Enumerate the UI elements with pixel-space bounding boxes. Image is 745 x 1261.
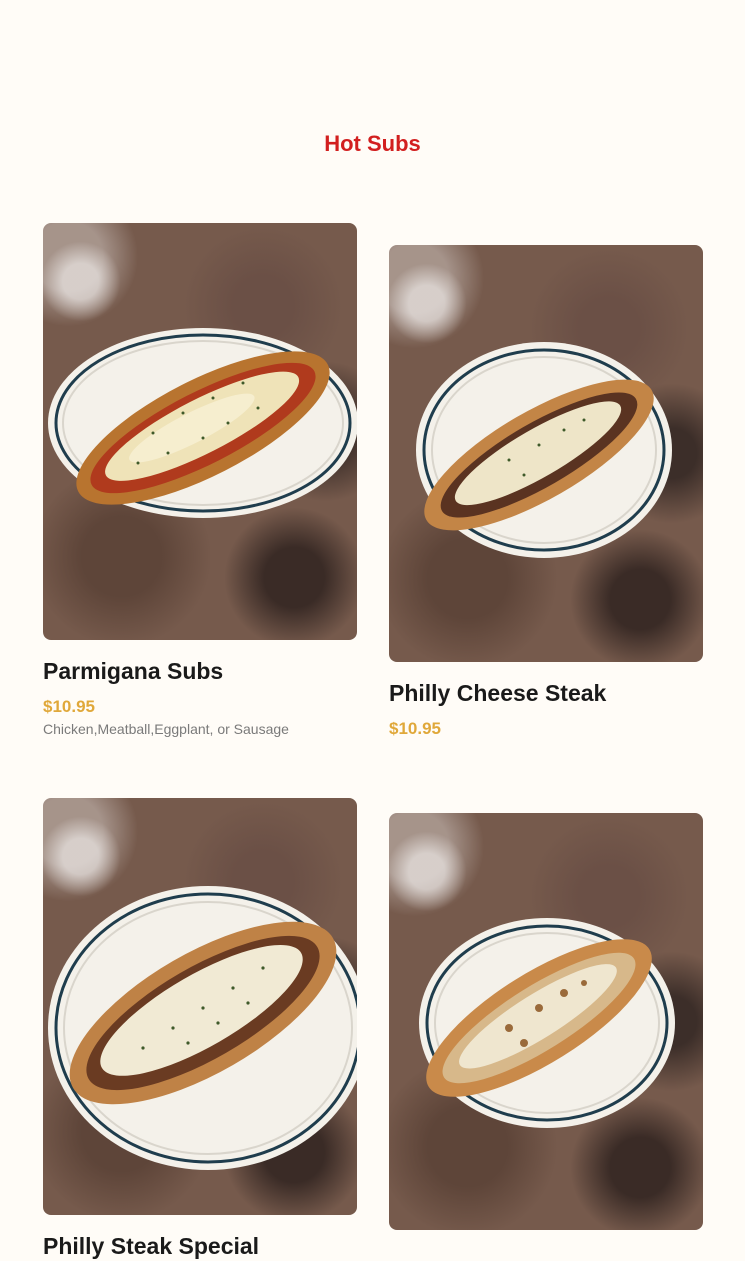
chicken-sub-photo[interactable] [389, 813, 703, 1230]
menu-item-card[interactable]: Philly Steak Special [43, 798, 357, 1261]
item-name[interactable]: Parmigana Subs [43, 656, 357, 686]
item-description: Chicken,Meatball,Eggplant, or Sausage [43, 721, 289, 737]
menu-item-card[interactable]: Parmigana Subs $10.95 Chicken,Meatball,E… [43, 223, 357, 739]
section-title: Hot Subs [324, 131, 421, 156]
item-name[interactable]: Philly Cheese Steak [389, 678, 703, 708]
menu-item-card[interactable]: Philly Cheese Steak $10.95 [389, 245, 703, 741]
parmigiana-sub-photo[interactable] [43, 223, 357, 640]
item-price: $10.95 [389, 719, 441, 738]
menu-item-card[interactable] [389, 813, 703, 1230]
item-name[interactable]: Philly Steak Special [43, 1231, 357, 1261]
philly-steak-special-photo[interactable] [43, 798, 357, 1215]
item-price: $10.95 [43, 697, 95, 716]
philly-cheese-steak-photo[interactable] [389, 245, 703, 662]
